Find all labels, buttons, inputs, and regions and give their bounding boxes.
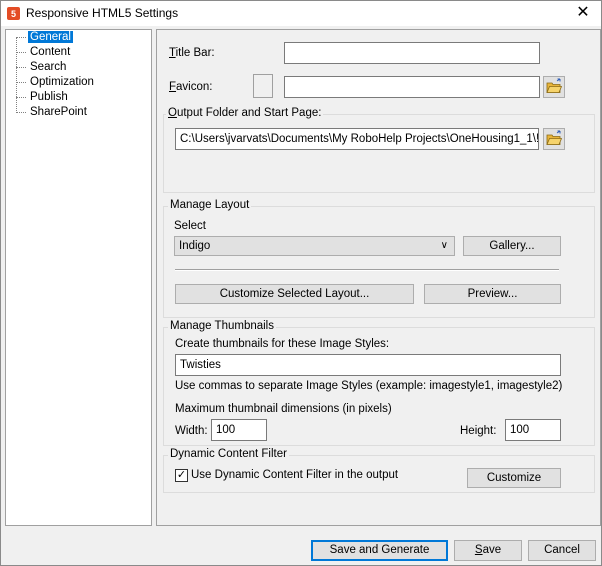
output-label: Output Folder and Start Page: — [166, 107, 324, 119]
image-styles-input[interactable]: Twisties — [175, 354, 561, 376]
layout-select[interactable]: Indigo ∨ — [174, 236, 455, 256]
tree-item-optimization[interactable]: Optimization — [16, 75, 96, 89]
settings-tree: General Content Search Optimization Publ… — [5, 29, 152, 526]
tree-item-publish[interactable]: Publish — [16, 90, 70, 104]
close-icon[interactable]: ✕ — [573, 3, 593, 23]
layout-select-value: Indigo — [179, 240, 211, 252]
dcf-checkbox[interactable]: ✓ — [175, 469, 188, 482]
layout-separator — [175, 269, 559, 271]
output-browse-button[interactable] — [543, 128, 565, 150]
tree-item-label: SharePoint — [30, 106, 87, 118]
folder-open-icon — [546, 78, 563, 93]
manage-thumbnails-legend: Manage Thumbnails — [168, 320, 276, 332]
dcf-customize-button[interactable]: Customize — [467, 468, 561, 488]
dcf-checkbox-label[interactable]: Use Dynamic Content Filter in the output — [191, 469, 398, 481]
height-input[interactable]: 100 — [505, 419, 561, 441]
favicon-label: Favicon: — [169, 81, 213, 93]
width-input[interactable]: 100 — [211, 419, 267, 441]
height-label: Height: — [460, 425, 497, 437]
tree-item-label: Content — [30, 46, 71, 58]
tree-item-content[interactable]: Content — [16, 45, 72, 59]
tree-item-search[interactable]: Search — [16, 60, 68, 74]
favicon-browse-button[interactable] — [543, 76, 565, 98]
output-group: Output Folder and Start Page: — [163, 107, 595, 193]
tree-item-label: Publish — [30, 91, 68, 103]
chevron-down-icon: ∨ — [440, 240, 448, 251]
tree-item-label: General — [28, 31, 73, 43]
tree-item-label: Search — [30, 61, 67, 73]
cancel-button[interactable]: Cancel — [528, 540, 596, 561]
tree-item-sharepoint[interactable]: SharePoint — [16, 105, 89, 119]
manage-layout-legend: Manage Layout — [168, 199, 252, 211]
robohelp-app-icon: 5 — [7, 7, 20, 20]
customize-layout-button[interactable]: Customize Selected Layout... — [175, 284, 414, 304]
settings-dialog: 5 Responsive HTML5 Settings ✕ General Co… — [0, 0, 602, 566]
title-bar-label: Title Bar: — [169, 47, 215, 59]
svg-text:5: 5 — [11, 9, 16, 19]
gallery-button[interactable]: Gallery... — [463, 236, 561, 256]
favicon-preview — [253, 74, 273, 98]
dcf-legend: Dynamic Content Filter — [168, 448, 289, 460]
max-dimensions-label: Maximum thumbnail dimensions (in pixels) — [175, 403, 392, 415]
general-settings-panel: Title Bar: Favicon: Output Folder and St… — [156, 29, 601, 526]
save-button[interactable]: Save — [454, 540, 522, 561]
preview-button[interactable]: Preview... — [424, 284, 561, 304]
window-title: Responsive HTML5 Settings — [26, 6, 179, 20]
layout-select-label: Select — [174, 220, 206, 232]
tree-item-label: Optimization — [30, 76, 94, 88]
folder-open-icon — [546, 130, 563, 145]
save-and-generate-button[interactable]: Save and Generate — [311, 540, 448, 561]
favicon-input[interactable] — [284, 76, 540, 98]
title-bar-input[interactable] — [284, 42, 540, 64]
title-bar: 5 Responsive HTML5 Settings ✕ — [1, 1, 601, 26]
tree-item-general[interactable]: General — [16, 30, 73, 44]
image-styles-label: Create thumbnails for these Image Styles… — [175, 338, 390, 350]
output-folder-input[interactable]: C:\Users\jvarvats\Documents\My RoboHelp … — [175, 128, 539, 150]
width-label: Width: — [175, 425, 208, 437]
image-styles-hint: Use commas to separate Image Styles (exa… — [175, 380, 563, 392]
